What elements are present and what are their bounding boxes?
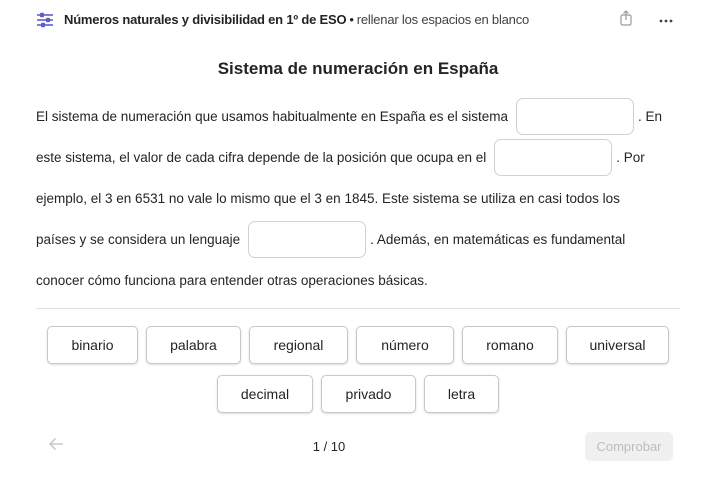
share-button[interactable] (615, 9, 637, 31)
passage-line: este sistema, el valor de cada cifra dep… (36, 137, 686, 178)
word-chip-romano[interactable]: romano (462, 326, 558, 364)
passage-line: conocer cómo funciona para entender otra… (36, 260, 686, 301)
word-chip-palabra[interactable]: palabra (146, 326, 241, 364)
passage-text: países y se considera un lenguaje (36, 232, 241, 247)
word-chip-universal[interactable]: universal (566, 326, 669, 364)
passage-text: este sistema, el valor de cada cifra dep… (36, 150, 487, 165)
word-bank: binario palabra regional número romano u… (36, 326, 680, 424)
page-indicator: 1 / 10 (312, 439, 346, 454)
blank-3[interactable] (248, 221, 367, 258)
word-bank-row: binario palabra regional número romano u… (36, 326, 680, 364)
share-icon (618, 9, 634, 31)
blank-1[interactable] (516, 98, 635, 135)
passage-text: . En (638, 109, 663, 124)
check-button[interactable]: Comprobar (585, 432, 673, 461)
quiz-name: Números naturales y divisibilidad en 1º … (64, 12, 347, 27)
passage-text: . Por (616, 150, 645, 165)
passage-text: El sistema de numeración que usamos habi… (36, 109, 509, 124)
title-separator: • (349, 12, 354, 27)
word-chip-binario[interactable]: binario (47, 326, 138, 364)
passage: El sistema de numeración que usamos habi… (36, 96, 686, 301)
blank-2[interactable] (494, 139, 613, 176)
more-icon (658, 11, 674, 29)
word-chip-numero[interactable]: número (356, 326, 454, 364)
quiz-type: rellenar los espacios en blanco (356, 12, 530, 27)
document-title: Números naturales y divisibilidad en 1º … (64, 12, 529, 27)
passage-text: . Además, en matemáticas es fundamental (370, 232, 626, 247)
word-chip-letra[interactable]: letra (424, 375, 499, 413)
sliders-icon (36, 12, 54, 28)
passage-line: ejemplo, el 3 en 6531 no vale lo mismo q… (36, 178, 686, 219)
more-button[interactable] (655, 10, 677, 30)
passage-line: países y se considera un lenguaje . Adem… (36, 219, 686, 260)
word-chip-decimal[interactable]: decimal (217, 375, 313, 413)
passage-line: El sistema de numeración que usamos habi… (36, 96, 686, 137)
divider (36, 308, 680, 309)
word-chip-privado[interactable]: privado (321, 375, 416, 413)
passage-text: conocer cómo funciona para entender otra… (36, 273, 428, 288)
footer: 1 / 10 Comprobar (0, 426, 724, 466)
quiz-title: Sistema de numeración en España (217, 59, 499, 78)
word-chip-regional[interactable]: regional (249, 326, 348, 364)
top-bar: Números naturales y divisibilidad en 1º … (0, 0, 724, 40)
word-bank-row: decimal privado letra (36, 375, 680, 413)
passage-text: ejemplo, el 3 en 6531 no vale lo mismo q… (36, 191, 620, 206)
